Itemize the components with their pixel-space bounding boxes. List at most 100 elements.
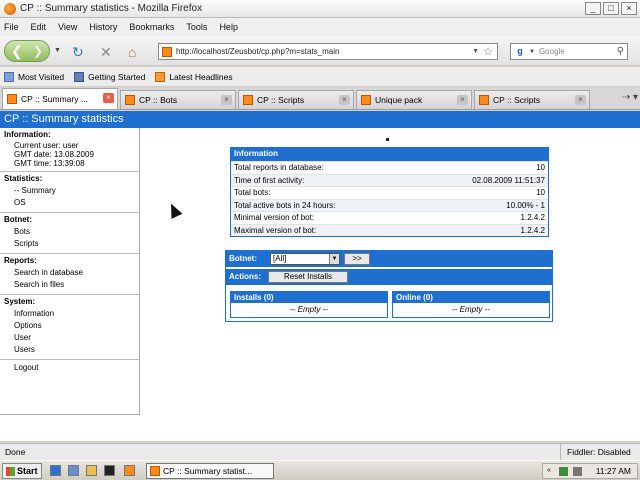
- sidebar-item-summary[interactable]: -- Summary: [4, 185, 135, 197]
- maximize-button[interactable]: □: [603, 2, 619, 15]
- search-box[interactable]: g ▼ Google ⚲: [510, 43, 628, 60]
- back-arrow-icon[interactable]: ❮: [11, 43, 23, 60]
- table-row: Total bots: 10: [231, 186, 548, 199]
- menu-edit[interactable]: Edit: [31, 22, 47, 32]
- tab-label: CP :: Scripts: [493, 95, 541, 105]
- windows-taskbar: Start CP :: Summary statist... « 11:27 A…: [0, 460, 640, 480]
- bookmark-label: Most Visited: [18, 71, 65, 82]
- table-row: Time of first activity: 02.08.2009 11:51…: [231, 173, 548, 186]
- address-bar[interactable]: http://localhost/Zeusbot/cp.php?m=stats_…: [158, 43, 498, 60]
- windows-logo-icon: [6, 467, 15, 476]
- botnet-panel: Botnet: [All] ▼ >> Actions: Reset Instal…: [225, 250, 553, 322]
- sidebar-item-options[interactable]: Options: [4, 320, 135, 332]
- search-icon[interactable]: ⚲: [617, 46, 624, 57]
- google-engine-icon[interactable]: g: [514, 46, 526, 58]
- firefox-icon[interactable]: [124, 465, 135, 476]
- cursor-dot: [386, 138, 389, 141]
- installs-title: Installs (0): [231, 292, 387, 303]
- desktop-icon[interactable]: [68, 465, 79, 476]
- tab-close-icon[interactable]: ×: [103, 93, 114, 103]
- row-value: 10: [536, 188, 545, 198]
- tab-label: CP :: Bots: [139, 95, 178, 105]
- window-titlebar: CP :: Summary statistics - Mozilla Firef…: [0, 0, 640, 18]
- tab-unique-pack[interactable]: Unique pack ×: [356, 90, 472, 109]
- bookmark-star-icon[interactable]: ☆: [483, 45, 493, 58]
- close-button[interactable]: ×: [621, 2, 637, 15]
- row-label: Maximal version of bot:: [234, 225, 317, 235]
- bookmark-getting-started[interactable]: Getting Started: [74, 71, 145, 82]
- history-dropdown-icon[interactable]: ▼: [54, 47, 61, 54]
- terminal-icon[interactable]: [104, 465, 115, 476]
- row-label: Minimal version of bot:: [234, 213, 315, 223]
- taskbar-firefox-window[interactable]: CP :: Summary statist...: [146, 463, 274, 479]
- back-forward-buttons[interactable]: ❮ ❯: [4, 40, 50, 62]
- reload-icon[interactable]: ↻: [72, 44, 84, 61]
- table-row: Total active bots in 24 hours: 10.00% - …: [231, 198, 548, 211]
- bookmarks-toolbar: Most Visited Getting Started Latest Head…: [0, 67, 640, 87]
- sidebar-item-search-database[interactable]: Search in database: [4, 267, 135, 279]
- tab-close-icon[interactable]: ×: [339, 95, 350, 105]
- menu-tools[interactable]: Tools: [186, 22, 207, 32]
- chevron-down-icon[interactable]: ▼: [329, 254, 339, 264]
- navigation-toolbar: ❮ ❯ ▼ ↻ ✕ ⌂ http://localhost/Zeusbot/cp.…: [0, 36, 640, 66]
- sidebar-item-user[interactable]: User: [4, 332, 135, 344]
- tab-scripts[interactable]: CP :: Scripts ×: [238, 90, 354, 109]
- ie-icon[interactable]: [50, 465, 61, 476]
- bookmark-most-visited[interactable]: Most Visited: [4, 71, 65, 82]
- botnet-go-button[interactable]: >>: [344, 253, 370, 265]
- sidebar-item-search-files[interactable]: Search in files: [4, 279, 135, 291]
- home-icon[interactable]: ⌂: [128, 44, 136, 60]
- menu-view[interactable]: View: [58, 22, 77, 32]
- sidebar-item-logout[interactable]: Logout: [4, 362, 135, 374]
- menu-history[interactable]: History: [89, 22, 117, 32]
- table-row: Minimal version of bot: 1.2.4.2: [231, 211, 548, 224]
- sidebar-section-title: Botnet:: [4, 215, 32, 224]
- row-value: 10: [536, 163, 545, 173]
- sidebar-section-system: System: Information Options User Users: [0, 295, 139, 360]
- tab-strip: CP :: Summary ... × CP :: Bots × CP :: S…: [0, 88, 640, 110]
- forward-arrow-icon[interactable]: ❯: [33, 44, 43, 58]
- volume-icon[interactable]: [573, 467, 582, 476]
- bookmark-label: Latest Headlines: [169, 71, 233, 82]
- tab-scroll-icon[interactable]: ⇢ ▾: [622, 92, 638, 103]
- tab-label: Unique pack: [375, 95, 423, 105]
- address-url[interactable]: http://localhost/Zeusbot/cp.php?m=stats_…: [176, 47, 339, 56]
- start-button[interactable]: Start: [2, 463, 42, 479]
- sidebar-item-bots[interactable]: Bots: [4, 226, 135, 238]
- tab-close-icon[interactable]: ×: [575, 95, 586, 105]
- sidebar-section-information: Information: Current user: user GMT date…: [0, 128, 139, 172]
- tab-bots[interactable]: CP :: Bots ×: [120, 90, 236, 109]
- network-icon[interactable]: [559, 467, 568, 476]
- tray-expand-icon[interactable]: «: [547, 464, 551, 478]
- fiddler-status[interactable]: Fiddler: Disabled: [560, 444, 631, 460]
- minimize-button[interactable]: _: [585, 2, 601, 15]
- actions-label: Actions:: [229, 272, 261, 281]
- search-input[interactable]: Google: [539, 47, 565, 56]
- clock: 11:27 AM: [595, 466, 631, 476]
- botnet-select[interactable]: [All] ▼: [270, 253, 340, 265]
- site-favicon-icon: [162, 46, 172, 57]
- menu-file[interactable]: File: [4, 22, 19, 32]
- menu-help[interactable]: Help: [219, 22, 238, 32]
- tab-close-icon[interactable]: ×: [457, 95, 468, 105]
- row-value: 1.2.4.2: [520, 225, 545, 235]
- row-label: Total bots:: [234, 188, 271, 198]
- url-dropdown-icon[interactable]: ▼: [472, 48, 479, 55]
- stop-icon[interactable]: ✕: [100, 44, 112, 61]
- sidebar-section-logout: Logout: [0, 360, 139, 377]
- reset-installs-button[interactable]: Reset Installs: [268, 271, 348, 283]
- most-visited-icon: [4, 71, 14, 82]
- bookmark-latest-headlines[interactable]: Latest Headlines: [155, 71, 233, 82]
- engine-dropdown-icon[interactable]: ▼: [529, 49, 535, 55]
- sidebar-item-users[interactable]: Users: [4, 344, 135, 356]
- sidebar-section-title: System:: [4, 297, 36, 306]
- sidebar-item-information[interactable]: Information: [4, 308, 135, 320]
- tab-close-icon[interactable]: ×: [221, 95, 232, 105]
- explorer-icon[interactable]: [86, 465, 97, 476]
- tab-summary[interactable]: CP :: Summary ... ×: [2, 88, 118, 109]
- tab-scripts-2[interactable]: CP :: Scripts ×: [474, 90, 590, 109]
- sidebar-item-os[interactable]: OS: [4, 197, 135, 209]
- menu-bookmarks[interactable]: Bookmarks: [129, 22, 174, 32]
- sidebar-item-scripts[interactable]: Scripts: [4, 238, 135, 250]
- tab-label: CP :: Summary ...: [21, 94, 88, 104]
